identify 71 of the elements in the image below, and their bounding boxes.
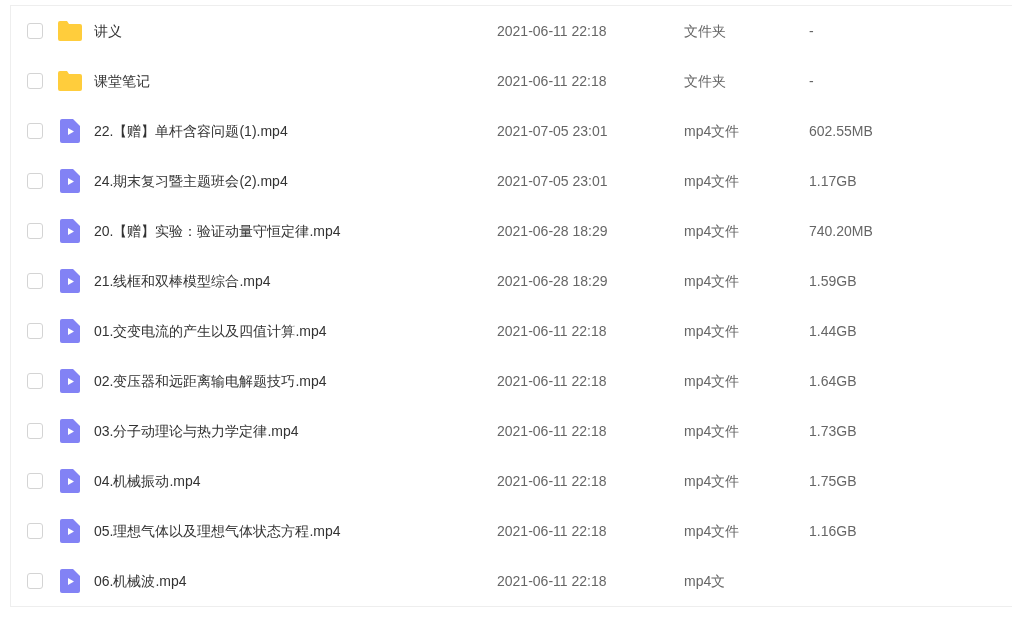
modified-date: 2021-06-11 22:18 [497, 521, 608, 541]
file-type: mp4文件 [684, 271, 741, 291]
modified-date: 2021-06-28 18:29 [497, 271, 609, 291]
file-name[interactable]: 01.交变电流的产生以及四值计算.mp4 [94, 320, 497, 342]
file-name[interactable]: 21.线框和双棒模型综合.mp4 [94, 270, 497, 292]
file-type: 文件夹 [684, 21, 727, 41]
modified-date: 2021-06-11 22:18 [497, 571, 608, 591]
file-type: mp4文件 [684, 221, 741, 241]
modified-date: 2021-06-11 22:18 [497, 321, 608, 341]
file-name[interactable]: 22.【赠】单杆含容问题(1).mp4 [94, 120, 497, 142]
row-checkbox[interactable] [27, 223, 43, 239]
file-size: - [809, 71, 814, 91]
file-size: 1.17GB [809, 171, 857, 191]
row-checkbox[interactable] [27, 573, 43, 589]
row-checkbox[interactable] [27, 123, 43, 139]
video-file-icon [60, 219, 80, 243]
file-name[interactable]: 20.【赠】实验：验证动量守恒定律.mp4 [94, 220, 497, 242]
modified-date: 2021-06-11 22:18 [497, 421, 608, 441]
video-file-icon [60, 119, 80, 143]
file-type: mp4文件 [684, 421, 741, 441]
folder-icon [58, 71, 82, 91]
file-name[interactable]: 24.期末复习暨主题班会(2).mp4 [94, 170, 497, 192]
video-file-icon [60, 319, 80, 343]
modified-date: 2021-06-11 22:18 [497, 471, 608, 491]
row-checkbox[interactable] [27, 523, 43, 539]
file-size: 602.55MB [809, 121, 873, 141]
row-checkbox[interactable] [27, 423, 43, 439]
file-size: 1.16GB [809, 521, 857, 541]
row-checkbox[interactable] [27, 73, 43, 89]
modified-date: 2021-06-11 22:18 [497, 71, 608, 91]
file-name[interactable]: 03.分子动理论与热力学定律.mp4 [94, 420, 497, 442]
file-size: 1.44GB [809, 321, 857, 341]
file-size: 1.59GB [809, 271, 857, 291]
modified-date: 2021-06-11 22:18 [497, 371, 608, 391]
file-name[interactable]: 课堂笔记 [94, 70, 497, 92]
file-size: 1.75GB [809, 471, 857, 491]
file-type: mp4文件 [684, 521, 741, 541]
file-type: mp4文件 [684, 171, 741, 191]
row-checkbox[interactable] [27, 323, 43, 339]
folder-icon [58, 21, 82, 41]
file-type: mp4文件 [684, 321, 741, 341]
row-checkbox[interactable] [27, 23, 43, 39]
file-type: mp4文件 [684, 471, 741, 491]
video-file-icon [60, 169, 80, 193]
video-file-icon [60, 269, 80, 293]
file-type: 文件夹 [684, 71, 727, 91]
file-size: 740.20MB [809, 221, 873, 241]
modified-date: 2021-07-05 23:01 [497, 171, 609, 191]
video-file-icon [60, 569, 80, 593]
row-checkbox[interactable] [27, 273, 43, 289]
file-size: 1.64GB [809, 371, 857, 391]
file-name[interactable]: 02.变压器和远距离输电解题技巧.mp4 [94, 370, 497, 392]
video-file-icon [60, 419, 80, 443]
file-type: mp4文件 [684, 371, 741, 391]
file-type: mp4文件 [684, 121, 741, 141]
video-file-icon [60, 369, 80, 393]
row-checkbox[interactable] [27, 473, 43, 489]
file-name[interactable]: 04.机械振动.mp4 [94, 470, 497, 492]
modified-date: 2021-06-11 22:18 [497, 21, 608, 41]
modified-date: 2021-07-05 23:01 [497, 121, 609, 141]
file-name[interactable]: 06.机械波.mp4 [94, 570, 497, 592]
video-file-icon [60, 469, 80, 493]
video-file-icon [60, 519, 80, 543]
file-name[interactable]: 05.理想气体以及理想气体状态方程.mp4 [94, 520, 497, 542]
file-type: mp4文 [684, 571, 727, 591]
file-size: 1.73GB [809, 421, 857, 441]
modified-date: 2021-06-28 18:29 [497, 221, 609, 241]
file-size: - [809, 21, 814, 41]
file-name[interactable]: 讲义 [94, 20, 497, 42]
row-checkbox[interactable] [27, 173, 43, 189]
row-checkbox[interactable] [27, 373, 43, 389]
